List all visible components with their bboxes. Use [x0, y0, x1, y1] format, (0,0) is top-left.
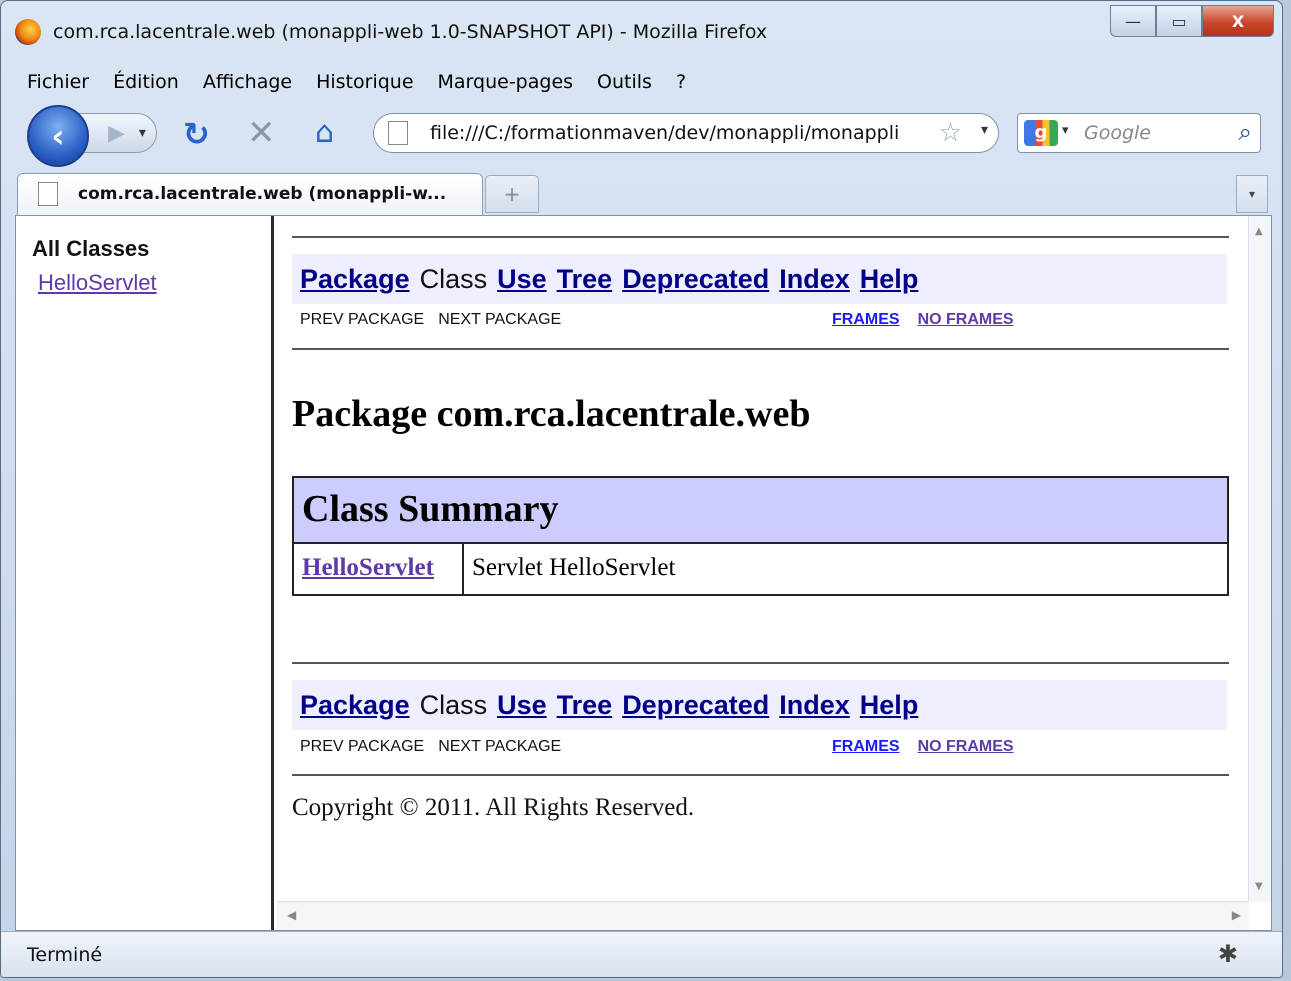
browser-window: com.rca.lacentrale.web (monappli-web 1.0… — [0, 0, 1283, 978]
scroll-down-icon[interactable]: ▼ — [1255, 881, 1263, 892]
horizontal-scrollbar[interactable]: ◀ ▶ — [277, 901, 1249, 930]
back-button[interactable]: ‹ — [27, 105, 89, 167]
new-tab-button[interactable]: + — [485, 175, 539, 213]
menu-bar: Fichier Édition Affichage Historique Mar… — [15, 63, 1268, 101]
bottom-frames-links: FRAMES NO FRAMES — [832, 738, 1014, 756]
nav-package-link[interactable]: Package — [300, 264, 410, 294]
divider — [292, 774, 1229, 776]
title-bar[interactable]: com.rca.lacentrale.web (monappli-web 1.0… — [1, 1, 1282, 63]
menu-historique[interactable]: Historique — [304, 71, 425, 93]
reload-button[interactable]: ↻ — [183, 115, 210, 153]
table-row: HelloServlet Servlet HelloServlet — [294, 544, 1227, 594]
tab-list-dropdown-icon[interactable]: ▾ — [1236, 175, 1268, 213]
bottom-subnav: PREV PACKAGE NEXT PACKAGE — [300, 738, 575, 756]
history-dropdown-icon[interactable]: ▾ — [139, 125, 146, 141]
scroll-left-icon[interactable]: ◀ — [287, 908, 296, 922]
nav-index-link[interactable]: Index — [779, 264, 850, 294]
google-engine-icon[interactable]: g — [1024, 120, 1058, 146]
bottom-navbar: Package Class Use Tree Deprecated Index Help — [292, 680, 1227, 730]
no-frames-link[interactable]: NO FRAMES — [918, 311, 1014, 328]
classes-frame: All Classes HelloServlet — [16, 216, 274, 930]
nav-deprecated-link[interactable]: Deprecated — [622, 264, 769, 294]
menu-marque-pages[interactable]: Marque-pages — [426, 71, 586, 93]
copyright-text: Copyright © 2011. All Rights Reserved. — [292, 794, 695, 821]
stop-button[interactable]: ✕ — [247, 113, 276, 153]
menu-fichier[interactable]: Fichier — [15, 71, 101, 93]
search-engine-dropdown-icon[interactable]: ▾ — [1062, 123, 1069, 138]
nav-help-link[interactable]: Help — [860, 690, 919, 720]
package-frame: Package Class Use Tree Deprecated Index Help P… — [277, 216, 1271, 930]
url-dropdown-icon[interactable]: ▾ — [981, 122, 988, 138]
nav-class-text: Class — [419, 690, 488, 720]
all-classes-heading: All Classes — [32, 236, 150, 261]
search-input[interactable]: Google — [1084, 122, 1151, 144]
tab-label: com.rca.lacentrale.web (monappli-w... — [78, 184, 447, 204]
nav-links: Package Class Use Tree Deprecated Index Help — [300, 690, 928, 721]
status-bar: Terminé ✱ — [1, 931, 1282, 977]
nav-tree-link[interactable]: Tree — [557, 264, 613, 294]
nav-index-link[interactable]: Index — [779, 690, 850, 720]
nav-class-text: Class — [419, 264, 488, 294]
url-bar[interactable]: file:///C:/formationmaven/dev/monappli/m… — [373, 113, 999, 153]
class-link-helloservlet[interactable]: HelloServlet — [38, 270, 157, 296]
scroll-right-icon[interactable]: ▶ — [1232, 908, 1241, 922]
nav-help-link[interactable]: Help — [860, 264, 919, 294]
forward-button[interactable]: ▶ ▾ — [79, 113, 157, 153]
window-title: com.rca.lacentrale.web (monappli-web 1.0… — [53, 21, 768, 43]
window-controls: — ▭ X — [1110, 5, 1274, 37]
menu-help[interactable]: ? — [664, 71, 698, 93]
top-subnav: PREV PACKAGE NEXT PACKAGE — [300, 311, 575, 329]
maximize-button[interactable]: ▭ — [1156, 5, 1202, 37]
firefox-logo-icon — [15, 19, 41, 45]
top-frames-links: FRAMES NO FRAMES — [832, 311, 1014, 329]
class-summary-heading: Class Summary — [294, 478, 1227, 544]
bookmark-star-icon[interactable]: ☆ — [939, 118, 962, 148]
tab-active[interactable]: com.rca.lacentrale.web (monappli-w... — [17, 173, 483, 215]
close-button[interactable]: X — [1202, 5, 1274, 37]
next-package-text: NEXT PACKAGE — [438, 738, 562, 755]
back-arrow-icon: ‹ — [51, 117, 65, 155]
frames-link[interactable]: FRAMES — [832, 738, 900, 755]
page-content: All Classes HelloServlet Package Class Use… — [15, 215, 1272, 931]
search-icon[interactable]: ⌕ — [1239, 118, 1252, 146]
menu-outils[interactable]: Outils — [585, 71, 664, 93]
home-button[interactable]: ⌂ — [315, 115, 334, 150]
menu-edition[interactable]: Édition — [101, 71, 191, 93]
prev-package-text: PREV PACKAGE — [300, 738, 425, 755]
scroll-up-icon[interactable]: ▲ — [1255, 226, 1263, 237]
search-box[interactable]: g ▾ Google ⌕ — [1017, 113, 1261, 153]
nav-deprecated-link[interactable]: Deprecated — [622, 690, 769, 720]
firebug-icon[interactable]: ✱ — [1218, 940, 1238, 968]
divider — [292, 348, 1229, 350]
class-summary-table: Class Summary HelloServlet Servlet Hello… — [292, 476, 1229, 596]
top-navbar: Package Class Use Tree Deprecated Index Help — [292, 254, 1227, 304]
url-input[interactable]: file:///C:/formationmaven/dev/monappli/m… — [430, 122, 900, 144]
prev-package-text: PREV PACKAGE — [300, 311, 425, 328]
nav-tree-link[interactable]: Tree — [557, 690, 613, 720]
nav-links: Package Class Use Tree Deprecated Index Help — [300, 264, 928, 295]
page-title: Package com.rca.lacentrale.web — [292, 393, 811, 435]
status-text: Terminé — [27, 944, 103, 966]
nav-package-link[interactable]: Package — [300, 690, 410, 720]
navigation-toolbar: ▶ ▾ ‹ ↻ ✕ ⌂ file:///C:/formationmaven/dev… — [15, 101, 1268, 167]
next-package-text: NEXT PACKAGE — [438, 311, 562, 328]
class-description: Servlet HelloServlet — [472, 554, 676, 581]
tab-strip: com.rca.lacentrale.web (monappli-w... + … — [15, 169, 1268, 215]
no-frames-link[interactable]: NO FRAMES — [918, 738, 1014, 755]
menu-affichage[interactable]: Affichage — [191, 71, 304, 93]
page-icon — [388, 121, 408, 145]
class-link-helloservlet[interactable]: HelloServlet — [294, 544, 464, 594]
frames-link[interactable]: FRAMES — [832, 311, 900, 328]
divider — [292, 662, 1229, 664]
nav-use-link[interactable]: Use — [497, 264, 547, 294]
nav-use-link[interactable]: Use — [497, 690, 547, 720]
vertical-scrollbar[interactable]: ▲ ▼ — [1248, 216, 1271, 902]
divider — [292, 236, 1229, 238]
minimize-button[interactable]: — — [1110, 5, 1156, 37]
page-icon — [38, 182, 58, 206]
